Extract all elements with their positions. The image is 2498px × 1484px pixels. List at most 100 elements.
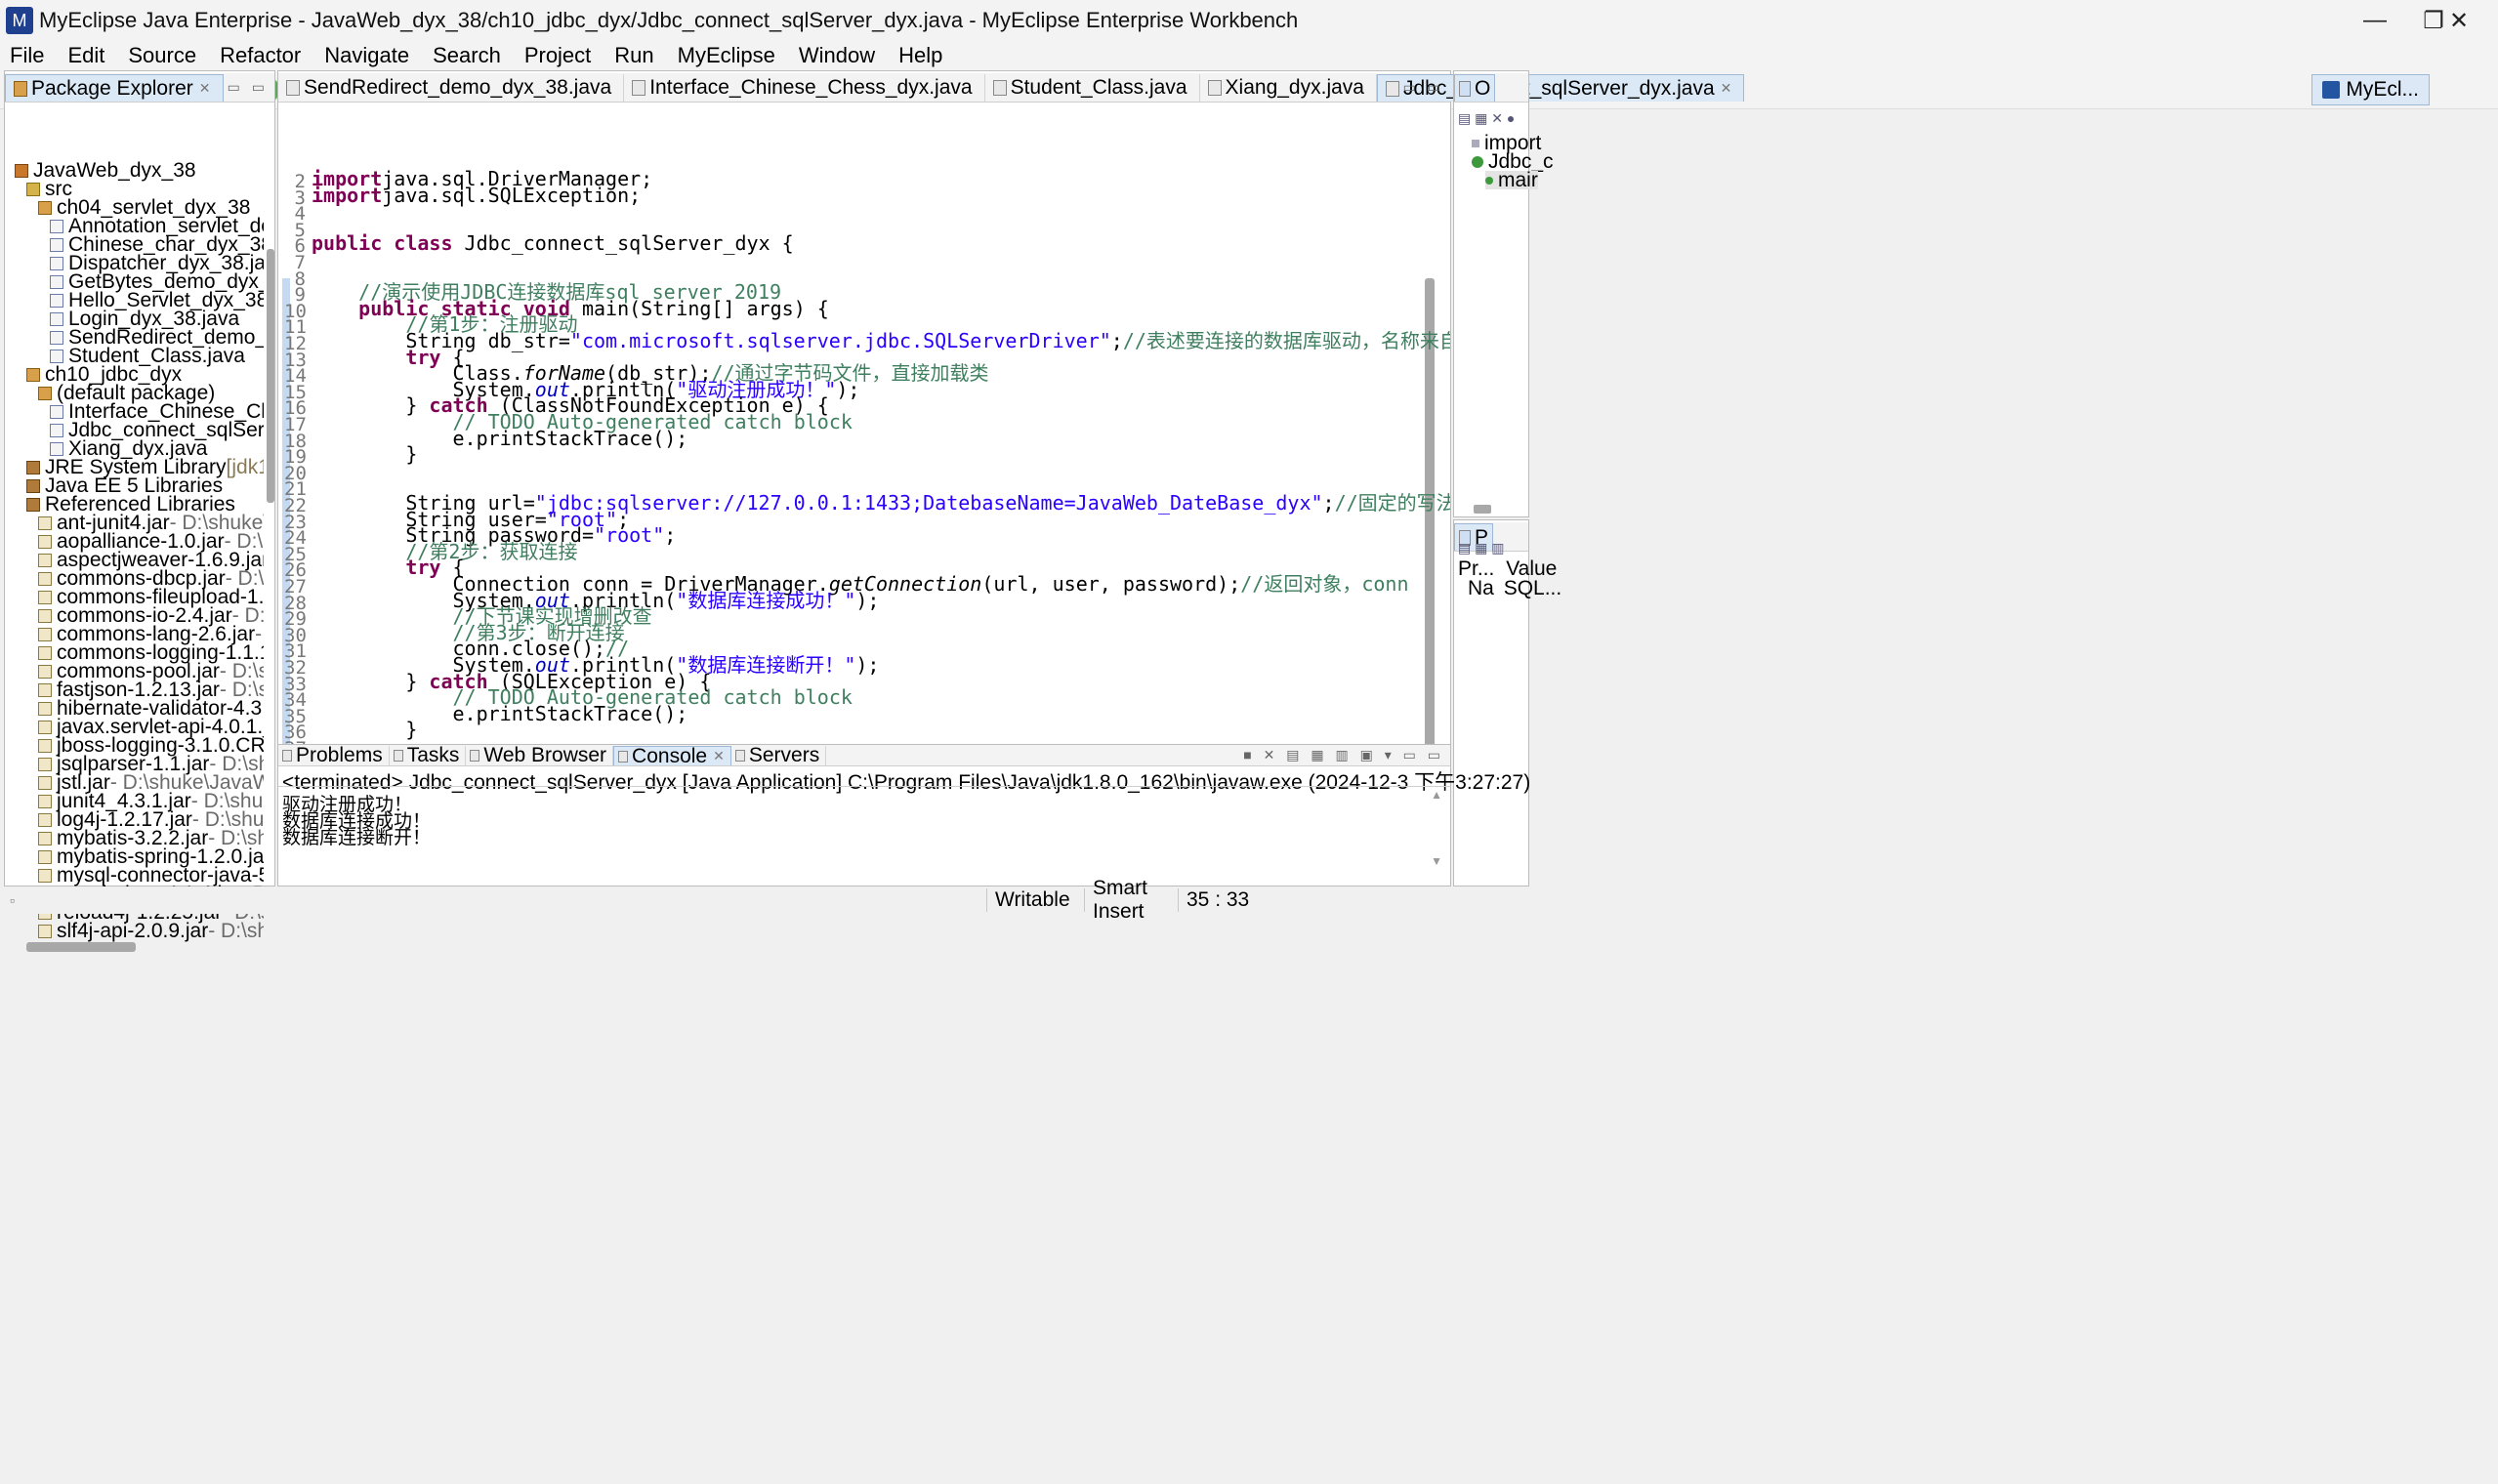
code-token: //表述要连接的数据库驱动，名称来自于jar包。 [1122,329,1450,352]
jar-icon [38,775,52,790]
java-file-icon [1207,80,1222,96]
package-icon [38,386,52,400]
editor-panel: SendRedirect_demo_dyx_38.java Interface_C… [277,70,1745,796]
tab-web-browser[interactable]: Web Browser [466,744,614,766]
code-token: //返回对象，conn [1240,572,1409,596]
window-title: MyEclipse Java Enterprise - JavaWeb_dyx_… [39,8,1299,32]
tab-package-explorer[interactable]: Package Explorer ✕ [5,74,224,102]
code-line: } [312,444,417,464]
library-icon [26,497,40,512]
code-token: } [312,442,418,467]
properties-row[interactable]: Na SQL... [1468,577,1561,600]
menu-project[interactable]: Project [524,43,591,68]
property-name: Na [1468,577,1494,599]
menu-refactor[interactable]: Refactor [220,43,301,68]
class-icon [1472,155,1483,168]
code-editor[interactable]: 2 importjava.sql.DriverManager; 3 importjav… [278,161,1450,796]
tab-problems[interactable]: Problems [278,744,390,766]
tab-editor-file[interactable]: Interface_Chinese_Chess_dyx.java [624,74,985,102]
java-file-icon [50,349,63,363]
menu-edit[interactable]: Edit [67,43,104,68]
tree-item-path: - D:\shuke\JavaW [208,920,264,942]
package-icon [26,367,40,382]
tab-console[interactable]: Console ✕ [613,744,731,767]
close-button[interactable]: ✕ [2420,0,2498,41]
code-token: ); [855,588,880,612]
outline-toolbar-icon[interactable]: ▤ ▦ ✕ ● [1458,110,1515,127]
package-icon [38,200,52,215]
console-toolbar-icons[interactable]: ■ ✕ ▤ ▦ ▥ ▣ ▾ ▭ ▭ [1243,747,1444,763]
status-insert-mode: Smart Insert [1084,877,1178,923]
editor-tabstrip: SendRedirect_demo_dyx_38.java Interface_C… [278,73,1745,103]
menu-source[interactable]: Source [128,43,196,68]
properties-panel: P ▤ ▦ ▥ Pr... Value Na SQL... [1453,519,1561,886]
jar-icon [38,831,52,845]
scroll-up-icon[interactable]: ▲ [1431,788,1442,802]
code-token: ); [836,377,860,401]
java-file-icon [286,80,300,96]
tab-editor-file[interactable]: SendRedirect_demo_dyx_38.java [278,74,625,102]
console-panel: Problems Tasks Web Browser Console ✕ Servers ■… [277,744,1530,886]
jar-icon [38,682,52,697]
jar-icon [38,515,52,530]
myeclipse-perspective-icon [2322,81,2341,99]
tree-item[interactable]: slf4j-api-2.0.9.jar - D:\shuke\JavaW [38,920,264,942]
code-token: public class [312,231,465,256]
outline-item-main[interactable]: mair [1485,170,1538,190]
library-icon [26,460,40,474]
title-bar: M MyEclipse Java Enterprise - JavaWeb_dy… [0,0,2498,41]
servers-icon [734,750,745,762]
java-file-icon [50,256,63,270]
scroll-down-icon[interactable]: ▼ [1431,854,1442,868]
project-icon [15,163,28,178]
close-icon[interactable]: ✕ [199,80,211,97]
package-explorer-title: Package Explorer [31,76,193,100]
code-token: //固定的写法 [1334,491,1450,515]
console-divider [278,786,1450,787]
outline-scrollbar[interactable] [1474,505,1491,514]
code-line: } [312,720,417,739]
tree-item[interactable]: JavaWeb_dyx_38 [15,161,196,181]
properties-toolbar-icon[interactable]: ▤ ▦ ▥ [1458,540,1504,556]
java-file-icon [50,293,63,308]
console-icon [618,750,629,763]
status-cursor-position: 35 : 33 [1178,888,1266,912]
menu-window[interactable]: Window [799,43,875,68]
menu-search[interactable]: Search [433,43,501,68]
tab-outline[interactable]: O [1454,74,1496,102]
close-icon[interactable]: ✕ [713,748,725,764]
code-line: importjava.sql.SQLException; [312,183,642,207]
horizontal-scrollbar[interactable] [26,942,136,952]
package-explorer-panel: Package Explorer ✕ ▭ ▭ JavaWeb_dyx_38 src… [4,70,275,952]
editor-view-controls[interactable]: ▭ ▭ [1403,79,1444,96]
code-token: ); [855,653,880,677]
code-token: java.sql.SQLException; [382,183,642,207]
java-file-icon [632,80,646,96]
package-explorer-icon [14,80,27,97]
perspective-button[interactable]: MyEcl... [2311,74,2430,105]
menu-help[interactable]: Help [898,43,942,68]
editor-vertical-scrollbar[interactable] [1425,278,1435,796]
jar-icon [38,738,52,753]
menu-navigate[interactable]: Navigate [324,43,409,68]
tab-tasks[interactable]: Tasks [390,744,467,766]
menu-file[interactable]: File [10,43,44,68]
tab-label: Console [632,744,708,767]
menu-myeclipse[interactable]: MyEclipse [678,43,775,68]
tab-label: Tasks [406,744,460,766]
vertical-scrollbar[interactable] [267,249,274,503]
close-icon[interactable]: ✕ [1721,80,1732,97]
tab-editor-file[interactable]: Student_Class.java [985,74,1200,102]
menu-run[interactable]: Run [614,43,653,68]
property-value: SQL... [1503,577,1562,599]
bottom-tabstrip: Problems Tasks Web Browser Console ✕ Servers ■… [278,744,1450,767]
code-token: Jdbc_connect_sqlServer_dyx { [464,231,794,256]
tab-servers[interactable]: Servers [731,744,827,766]
jar-icon [38,645,52,660]
tab-editor-file[interactable]: Xiang_dyx.java [1200,74,1377,102]
web-browser-icon [470,750,480,762]
java-file-icon [50,441,63,456]
jar-icon [38,849,52,864]
code-token: ; [1322,491,1335,515]
view-controls[interactable]: ▭ ▭ [228,79,269,96]
